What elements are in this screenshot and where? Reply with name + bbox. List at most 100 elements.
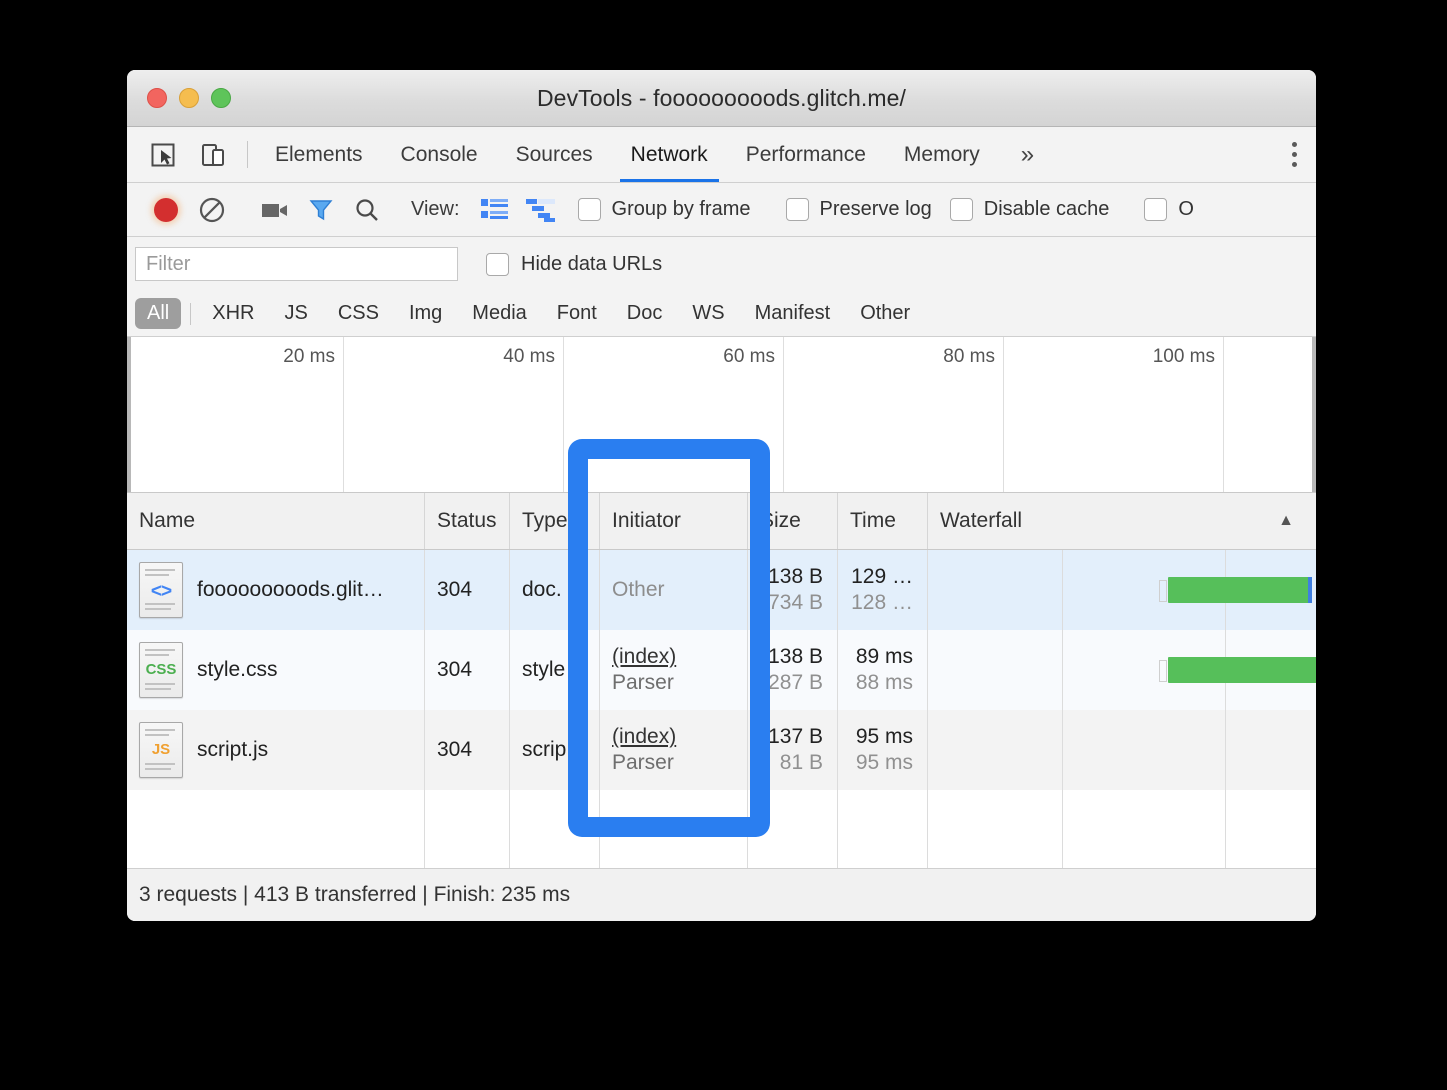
cell-time: 129 … 128 … [838, 550, 928, 630]
overview-right-handle[interactable] [1312, 337, 1316, 492]
column-header-initiator[interactable]: Initiator [600, 493, 748, 549]
column-header-status[interactable]: Status [425, 493, 510, 549]
hide-data-urls-checkbox[interactable]: Hide data URLs [486, 252, 662, 276]
tab-console-label: Console [400, 142, 478, 166]
cell-waterfall [928, 710, 1316, 790]
column-header-name[interactable]: Name [127, 493, 425, 549]
more-tabs-chevron-icon[interactable]: » [999, 127, 1056, 182]
group-by-frame-checkbox[interactable]: Group by frame [577, 198, 751, 221]
offline-checkbox[interactable]: O [1144, 198, 1194, 221]
kebab-menu-icon[interactable] [1272, 142, 1316, 167]
type-filter-css[interactable]: CSS [326, 298, 391, 329]
tabbar-divider [247, 141, 248, 168]
empty-cell-status [425, 790, 510, 870]
cell-status: 304 [425, 630, 510, 710]
cell-initiator[interactable]: Other [600, 550, 748, 630]
waterfall-view-icon[interactable] [518, 190, 564, 230]
inspect-element-icon[interactable] [143, 135, 183, 175]
type-filter-manifest[interactable]: Manifest [743, 298, 843, 329]
js-file-icon: JS [139, 722, 183, 778]
preserve-log-checkbox[interactable]: Preserve log [785, 198, 932, 221]
initiator-link[interactable]: (index) [612, 645, 676, 669]
cell-waterfall [928, 630, 1316, 710]
resource-type-filters: All XHR JS CSS Img Media Font Doc WS Man… [127, 291, 1316, 337]
filter-funnel-icon[interactable] [298, 190, 344, 230]
cell-initiator[interactable]: (index) Parser [600, 710, 748, 790]
type-filter-font[interactable]: Font [545, 298, 609, 329]
time-main: 129 … [851, 565, 913, 588]
type-filter-xhr[interactable]: XHR [200, 298, 266, 329]
size-main: 137 B [768, 725, 823, 748]
clear-icon[interactable] [189, 190, 235, 230]
type-filter-doc[interactable]: Doc [615, 298, 675, 329]
network-overview-timeline[interactable]: 20 ms 40 ms 60 ms 80 ms 100 ms [127, 337, 1316, 493]
column-header-time[interactable]: Time [838, 493, 928, 549]
tab-sources[interactable]: Sources [497, 127, 612, 182]
request-name-label: fooooooooods.glit… [197, 578, 384, 601]
record-icon[interactable] [143, 190, 189, 230]
preserve-log-box[interactable] [785, 198, 809, 221]
overview-tick-100ms: 100 ms [1004, 337, 1224, 492]
cell-time: 95 ms 95 ms [838, 710, 928, 790]
cell-waterfall [928, 550, 1316, 630]
group-by-frame-box[interactable] [577, 198, 601, 221]
search-icon[interactable] [344, 190, 390, 230]
empty-cell-waterfall [928, 790, 1316, 870]
tab-elements[interactable]: Elements [256, 127, 382, 182]
window-title: DevTools - fooooooooods.glitch.me/ [536, 84, 907, 111]
overview-tick-20ms: 20 ms [127, 337, 344, 492]
initiator-link[interactable]: (index) [612, 725, 676, 749]
tab-performance[interactable]: Performance [727, 127, 885, 182]
cell-name[interactable]: CSS style.css [127, 630, 425, 710]
size-main: 138 B [768, 645, 823, 668]
list-view-icon[interactable] [472, 190, 518, 230]
type-filter-ws[interactable]: WS [680, 298, 736, 329]
device-toolbar-icon[interactable] [193, 135, 233, 175]
network-status-bar: 3 requests | 413 B transferred | Finish:… [127, 868, 1316, 921]
empty-cell-type [510, 790, 600, 870]
offline-box[interactable] [1144, 198, 1168, 221]
minimize-window-button[interactable] [179, 88, 199, 108]
table-row[interactable]: <> fooooooooods.glit… 304 doc. Other 138… [127, 550, 1316, 630]
tab-network-label: Network [630, 142, 708, 166]
maximize-window-button[interactable] [211, 88, 231, 108]
cell-name[interactable]: JS script.js [127, 710, 425, 790]
tab-memory[interactable]: Memory [885, 127, 999, 182]
group-by-frame-label: Group by frame [611, 198, 751, 220]
preserve-log-label: Preserve log [819, 198, 932, 220]
empty-cell-name [127, 790, 425, 870]
table-row[interactable]: JS script.js 304 scrip (index) Parser 13… [127, 710, 1316, 790]
type-filter-js[interactable]: JS [272, 298, 319, 329]
network-toolbar: View: Group by frame Preserve log Disabl… [127, 183, 1316, 237]
type-filter-img[interactable]: Img [397, 298, 454, 329]
type-filter-other[interactable]: Other [848, 298, 922, 329]
filter-input[interactable] [135, 247, 458, 281]
disable-cache-checkbox[interactable]: Disable cache [949, 198, 1109, 221]
screenshot-camera-icon[interactable] [252, 190, 298, 230]
type-filter-all[interactable]: All [135, 298, 182, 329]
overview-tick-100ms-label: 100 ms [1152, 346, 1215, 367]
tab-network[interactable]: Network [612, 127, 727, 182]
overview-tick-20ms-label: 20 ms [283, 346, 335, 367]
column-header-size[interactable]: Size [748, 493, 838, 549]
cell-name[interactable]: <> fooooooooods.glit… [127, 550, 425, 630]
size-sub: 81 B [779, 751, 823, 774]
table-row[interactable]: CSS style.css 304 style (index) Parser 1… [127, 630, 1316, 710]
waterfall-bar [1159, 577, 1312, 603]
window-traffic-lights [147, 88, 231, 108]
column-header-type[interactable]: Type [510, 493, 600, 549]
cell-initiator[interactable]: (index) Parser [600, 630, 748, 710]
close-window-button[interactable] [147, 88, 167, 108]
sort-ascending-icon: ▲ [1278, 512, 1294, 529]
hide-data-urls-box[interactable] [486, 252, 509, 276]
disable-cache-box[interactable] [949, 198, 973, 221]
empty-cell-size [748, 790, 838, 870]
type-filter-media[interactable]: Media [460, 298, 538, 329]
column-header-waterfall[interactable]: Waterfall ▲ [928, 493, 1316, 549]
size-main: 138 B [768, 565, 823, 588]
network-requests-table: Name Status Type Initiator Size Time Wat… [127, 493, 1316, 870]
overview-tick-60ms-label: 60 ms [723, 346, 775, 367]
document-file-icon: <> [139, 562, 183, 618]
overview-tick-80ms-label: 80 ms [943, 346, 995, 367]
tab-console[interactable]: Console [382, 127, 497, 182]
